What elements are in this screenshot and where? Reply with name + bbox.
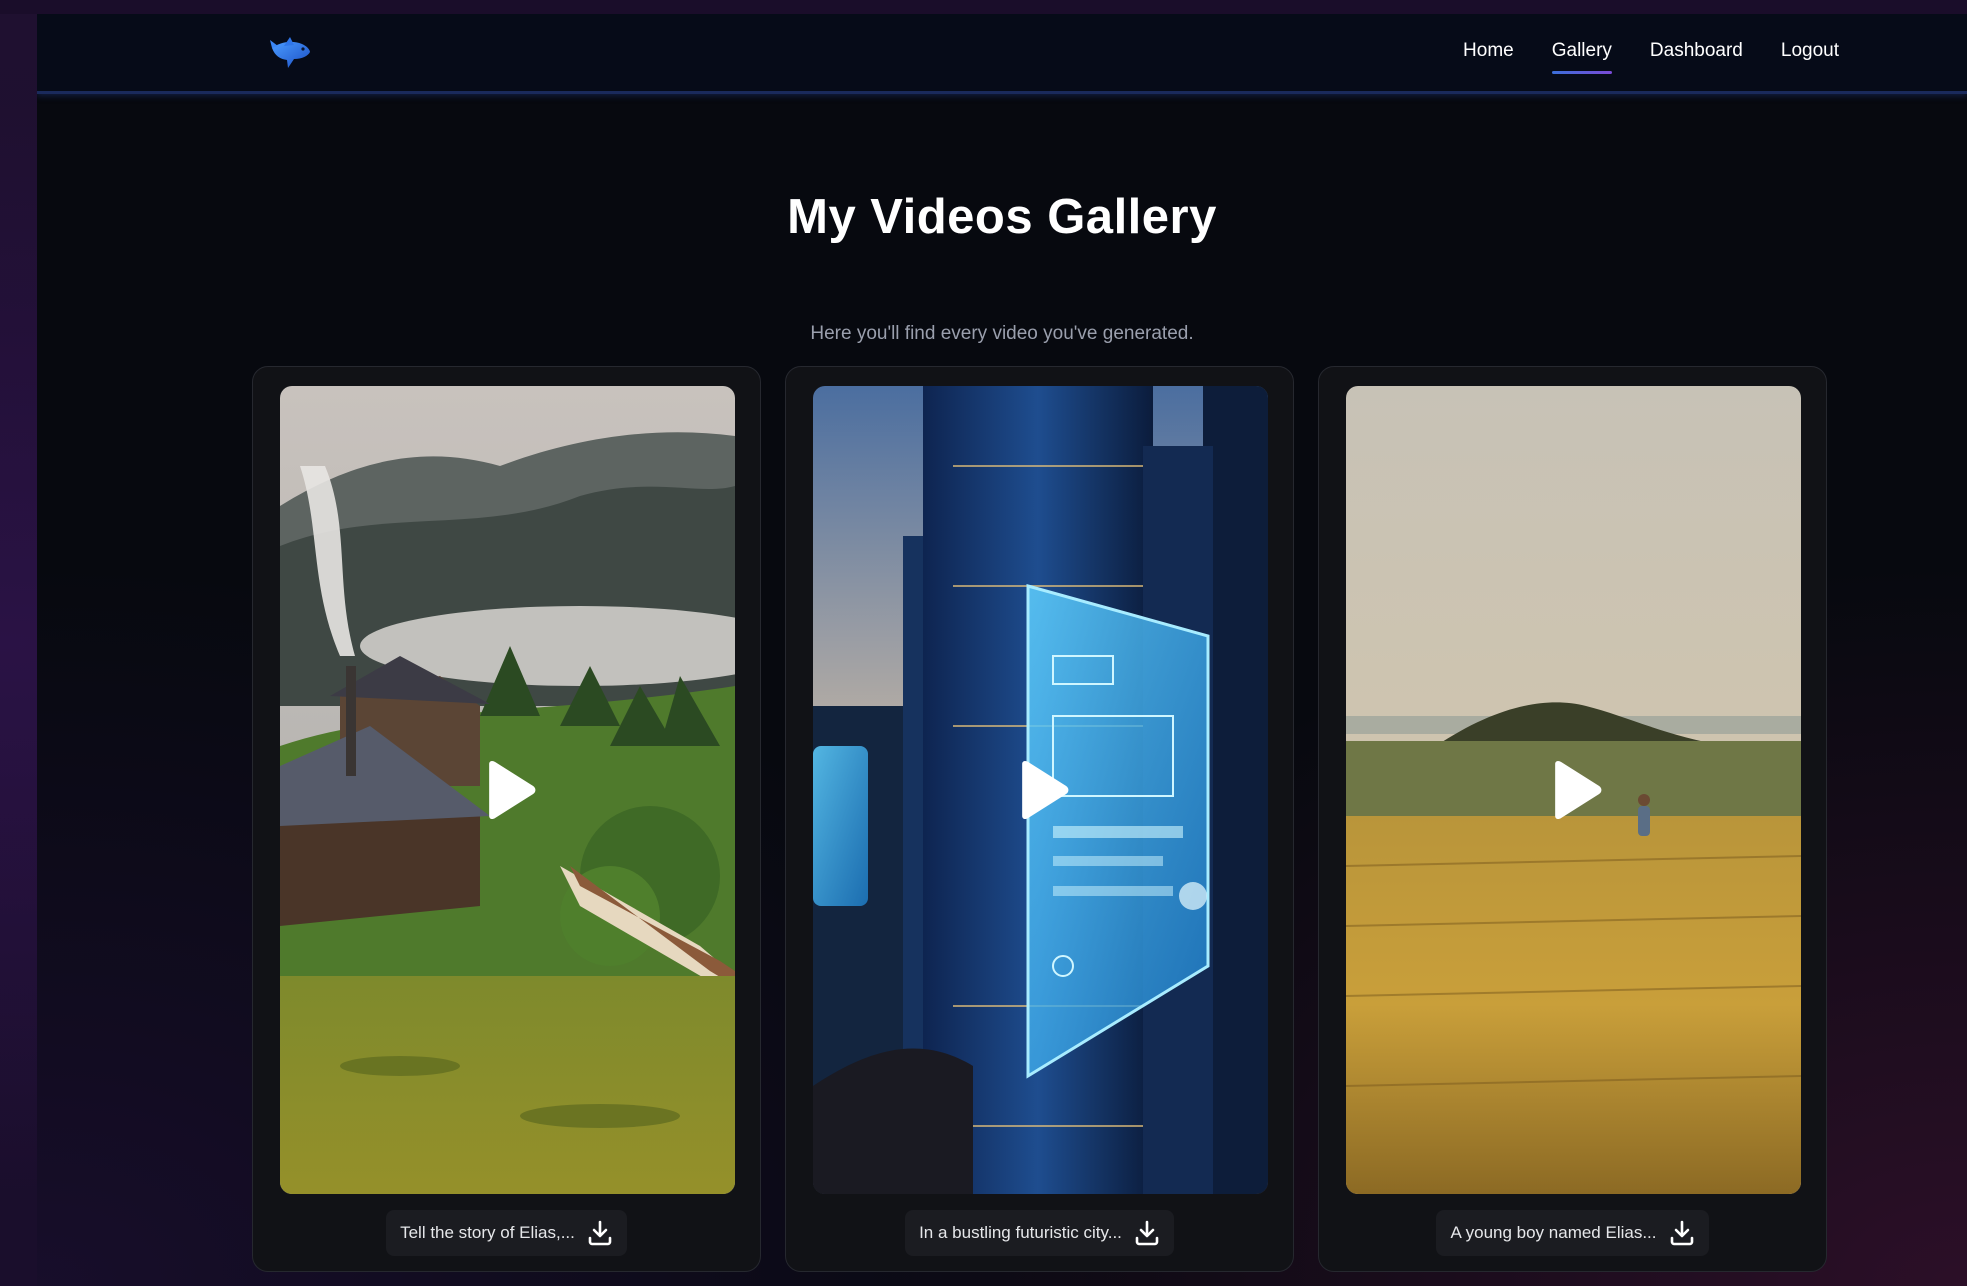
- page-title: My Videos Gallery: [787, 190, 1217, 244]
- caption-bar: A young boy named Elias...: [1319, 1210, 1826, 1256]
- fish-logo-icon[interactable]: [270, 34, 312, 74]
- video-caption: In a bustling futuristic city...: [905, 1210, 1174, 1256]
- play-icon[interactable]: [1549, 760, 1603, 820]
- video-caption: Tell the story of Elias,...: [386, 1210, 627, 1256]
- video-thumbnail[interactable]: [1346, 386, 1801, 1194]
- play-icon[interactable]: [1016, 760, 1070, 820]
- play-icon[interactable]: [483, 760, 537, 820]
- caption-bar: In a bustling futuristic city...: [786, 1210, 1293, 1256]
- video-thumbnail[interactable]: [813, 386, 1268, 1194]
- app-window: Home Gallery Dashboard Logout My Videos …: [37, 14, 1967, 1286]
- video-card: Tell the story of Elias,...: [252, 366, 761, 1272]
- video-card: A young boy named Elias...: [1318, 366, 1827, 1272]
- download-icon[interactable]: [1134, 1220, 1160, 1246]
- browser-top-strip: [0, 0, 1967, 14]
- video-caption-text: Tell the story of Elias,...: [400, 1223, 575, 1242]
- video-caption: A young boy named Elias...: [1436, 1210, 1709, 1256]
- nav-dashboard[interactable]: Dashboard: [1650, 40, 1743, 74]
- video-gallery: Tell the story of Elias,... In a bustlin…: [252, 366, 1827, 1272]
- video-caption-text: In a bustling futuristic city...: [919, 1223, 1122, 1242]
- video-thumbnail[interactable]: [280, 386, 735, 1194]
- navbar: Home Gallery Dashboard Logout: [37, 14, 1967, 94]
- caption-bar: Tell the story of Elias,...: [253, 1210, 760, 1256]
- video-card: In a bustling futuristic city...: [785, 366, 1294, 1272]
- nav-home[interactable]: Home: [1463, 40, 1514, 74]
- download-icon[interactable]: [1669, 1220, 1695, 1246]
- nav-logout[interactable]: Logout: [1781, 40, 1839, 74]
- page-subtitle: Here you'll find every video you've gene…: [810, 323, 1194, 344]
- nav-gallery[interactable]: Gallery: [1551, 40, 1613, 74]
- video-caption-text: A young boy named Elias...: [1450, 1223, 1657, 1242]
- download-icon[interactable]: [587, 1220, 613, 1246]
- nav-links: Home Gallery Dashboard Logout: [1463, 40, 1839, 74]
